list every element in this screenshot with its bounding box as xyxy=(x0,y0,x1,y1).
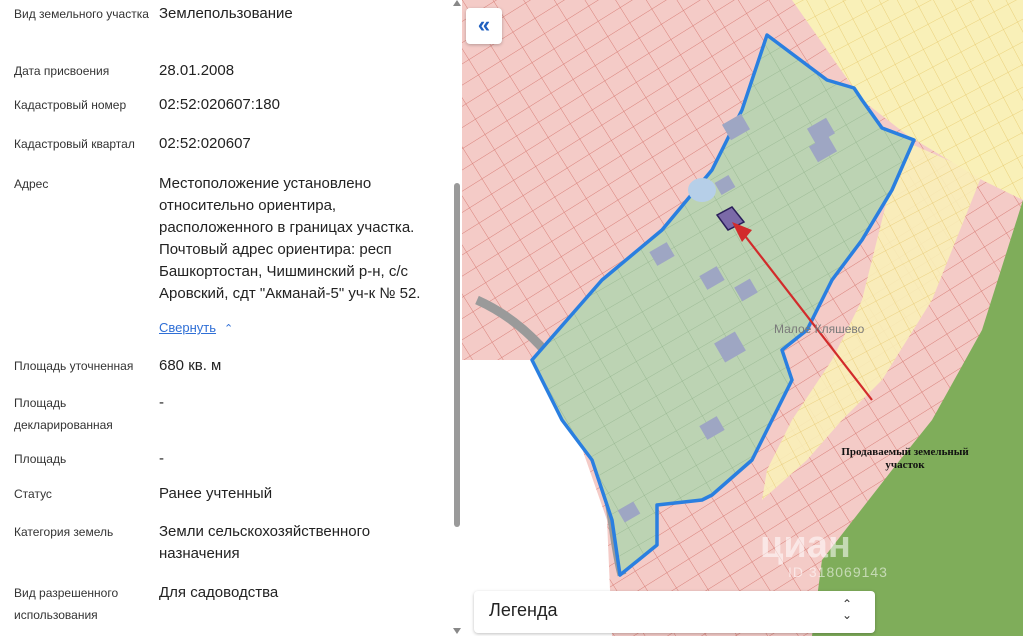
detail-label: Вид разрешенного использования xyxy=(14,586,119,622)
legend-label: Легенда xyxy=(489,600,558,620)
detail-value: Земли сельскохозяйственного назначения xyxy=(159,523,371,562)
scroll-up-arrow-icon[interactable] xyxy=(453,0,461,6)
detail-value: Местоположение установлено относительно … xyxy=(159,175,421,302)
detail-label: Дата присвоения xyxy=(14,64,110,78)
detail-label: Площадь декларированная xyxy=(14,396,113,432)
sale-parcel-annotation: Продаваемый земельный участок xyxy=(841,446,969,471)
detail-value: 02:52:020607 xyxy=(159,135,251,152)
detail-label: Вид земельного участка xyxy=(14,7,149,21)
detail-value: Для садоводства xyxy=(159,584,279,601)
detail-value: 28.01.2008 xyxy=(159,62,235,79)
watermark-logo: циан xyxy=(760,524,851,566)
watermark-id: ID 318069143 xyxy=(788,564,888,580)
detail-value: Землепользование xyxy=(159,5,293,22)
cadastral-map[interactable]: Малое Кляшево циан ID 318069143 xyxy=(462,0,1023,636)
detail-label: Кадастровый номер xyxy=(14,98,127,112)
detail-value: 02:52:020607:180 xyxy=(159,96,280,113)
cadastral-details-panel: Вид земельного участка Землепользование … xyxy=(0,0,462,636)
collapse-label: Свернуть xyxy=(159,320,217,335)
scroll-thumb[interactable] xyxy=(454,183,460,527)
pond xyxy=(688,178,716,202)
detail-label: Площадь уточненная xyxy=(14,359,134,373)
chevron-up-down-icon: ⌃ ⌄ xyxy=(842,597,853,622)
panel-scrollbar[interactable] xyxy=(452,0,462,636)
map-canvas xyxy=(462,0,1023,636)
detail-label: Площадь xyxy=(14,452,67,466)
detail-label: Статус xyxy=(14,487,52,501)
detail-label: Адрес xyxy=(14,177,49,191)
detail-value: Ранее учтенный xyxy=(159,485,273,502)
collapse-panel-button[interactable]: « xyxy=(466,8,502,44)
detail-value: - xyxy=(159,394,164,411)
legend-dropdown[interactable]: Легенда ⌃ ⌄ xyxy=(474,591,875,633)
detail-label: Кадастровый квартал xyxy=(14,137,135,151)
place-name-label: Малое Кляшево xyxy=(774,322,865,336)
double-chevron-left-icon: « xyxy=(477,12,491,37)
scroll-down-arrow-icon[interactable] xyxy=(453,628,461,634)
detail-value: - xyxy=(159,450,164,467)
address-collapse-link[interactable]: Свернуть ⌃ xyxy=(159,320,233,335)
chevron-up-icon: ⌃ xyxy=(224,323,234,335)
detail-value: 680 кв. м xyxy=(159,357,222,374)
detail-label: Категория земель xyxy=(14,525,114,539)
